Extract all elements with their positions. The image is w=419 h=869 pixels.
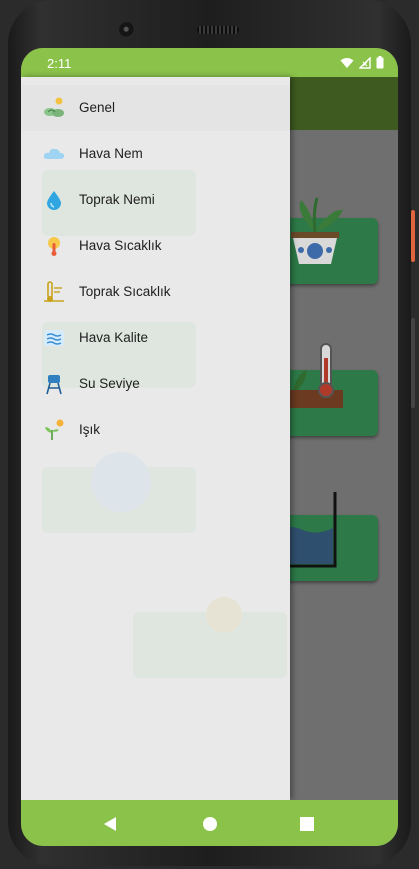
water-drop-icon (47, 191, 61, 210)
drawer-item-hava-sicaklik[interactable]: Hava Sıcaklık (21, 223, 290, 269)
drawer-item-hava-kalite[interactable]: Hava Kalite (21, 315, 290, 361)
cloud-icon (43, 148, 65, 159)
drawer-item-isik[interactable]: Işık (21, 407, 290, 453)
signal-icon (359, 56, 371, 69)
air-waves-icon (44, 330, 64, 346)
drawer-item-label: Hava Sıcaklık (79, 238, 162, 253)
soil-thermometer-icon (285, 343, 343, 408)
drawer-item-hava-nem[interactable]: Hava Nem (21, 131, 290, 177)
water-tower-icon (46, 375, 62, 395)
drawer-item-genel[interactable]: Genel (21, 85, 290, 131)
recents-icon[interactable] (297, 814, 317, 834)
drawer-item-label: Toprak Nemi (79, 192, 155, 207)
drawer-item-label: Hava Kalite (79, 330, 149, 345)
battery-icon (376, 56, 384, 69)
drawer-item-toprak-nemi[interactable]: Toprak Nemi (21, 177, 290, 223)
drawer-item-label: Genel (79, 100, 116, 115)
drawer-item-label: Hava Nem (79, 146, 143, 161)
speaker-grill (197, 26, 239, 34)
status-icons (340, 56, 384, 69)
home-icon[interactable] (200, 814, 220, 834)
plants-icon (44, 97, 64, 117)
status-bar: 2:11 (21, 48, 398, 77)
camera-lens (119, 22, 135, 38)
wifi-icon (340, 57, 354, 68)
volume-button (411, 318, 415, 408)
drawer-item-label: Su Seviye (79, 376, 140, 391)
drawer-item-label: Toprak Sıcaklık (79, 284, 171, 299)
system-navigation-bar (21, 800, 398, 846)
drawer-item-label: Işık (79, 422, 101, 437)
power-button (411, 210, 415, 262)
sun-thermometer-icon (48, 237, 60, 256)
back-icon[interactable] (101, 814, 121, 834)
navigation-drawer: Genel Hava Nem Toprak Nemi Hava Sıcaklık (21, 77, 290, 800)
soil-thermometer-icon (44, 281, 64, 302)
plant-pot-icon (291, 197, 343, 264)
device-screen: 2:11 Genel Hava Nem Toprak Nemi Hava Sıc… (21, 48, 398, 846)
drawer-item-su-seviye[interactable]: Su Seviye (21, 361, 290, 407)
sunlight-plant-icon (45, 419, 64, 440)
drawer-item-toprak-sicaklik[interactable]: Toprak Sıcaklık (21, 269, 290, 315)
status-time: 2:11 (47, 56, 72, 71)
